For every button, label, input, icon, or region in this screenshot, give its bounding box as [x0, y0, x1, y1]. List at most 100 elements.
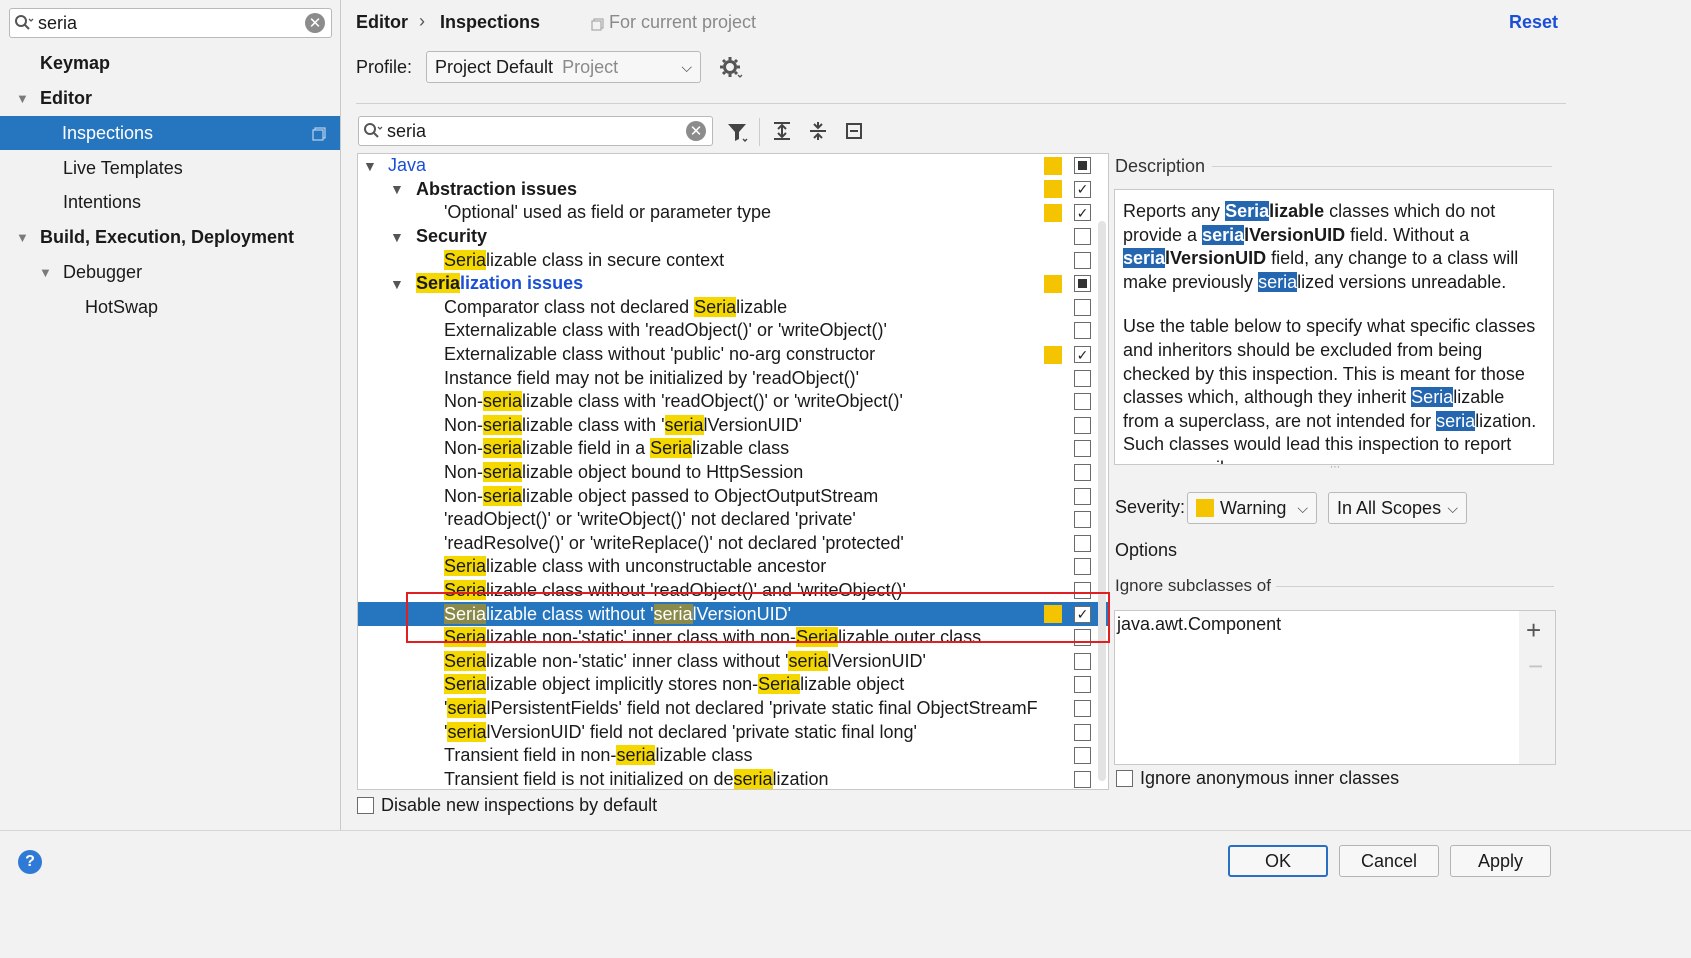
tree-group-row[interactable]: ▼ Serialization issues: [358, 272, 1108, 296]
scope-select[interactable]: In All Scopes ⌵: [1328, 492, 1467, 524]
inspection-filter-field[interactable]: seria ✕: [358, 116, 713, 146]
inspection-enabled-checkbox[interactable]: [1074, 228, 1091, 246]
reset-link[interactable]: Reset: [1509, 12, 1558, 33]
tree-row[interactable]: 'readResolve()' or 'writeReplace()' not …: [358, 532, 1108, 556]
chevron-down-icon[interactable]: ▼: [16, 230, 34, 245]
settings-sidebar: seria ✕ Keymap ▼ Editor Inspections Live…: [0, 0, 341, 830]
breadcrumb-parent[interactable]: Editor: [356, 12, 408, 33]
description-paragraph-2: Use the table below to specify what spec…: [1123, 316, 1537, 464]
remove-icon[interactable]: −: [1528, 651, 1543, 682]
checkbox-box[interactable]: [357, 797, 374, 814]
inspection-enabled-checkbox[interactable]: [1074, 393, 1091, 411]
expand-all-icon[interactable]: [769, 118, 795, 144]
severity-select[interactable]: Warning ⌵: [1187, 492, 1317, 524]
sidebar-item-hotswap[interactable]: HotSwap: [85, 290, 158, 324]
disable-new-inspections-label: Disable new inspections by default: [381, 795, 658, 815]
inspection-enabled-checkbox[interactable]: [1074, 464, 1091, 482]
gear-icon[interactable]: [718, 55, 744, 81]
tree-row[interactable]: Non-serializable object bound to HttpSes…: [358, 461, 1108, 485]
ok-button[interactable]: OK: [1228, 845, 1328, 877]
sidebar-item-intentions[interactable]: Intentions: [63, 185, 141, 219]
profile-select[interactable]: Project Default Project ⌵: [426, 51, 701, 83]
inspection-enabled-checkbox[interactable]: [1074, 511, 1091, 529]
inspection-enabled-checkbox[interactable]: [1074, 369, 1091, 387]
tree-row[interactable]: Comparator class not declared Serializab…: [358, 296, 1108, 320]
inspection-enabled-checkbox[interactable]: [1074, 558, 1091, 576]
inspection-enabled-checkbox[interactable]: ✓: [1074, 204, 1091, 222]
inspection-enabled-checkbox[interactable]: [1074, 747, 1091, 765]
inspection-enabled-checkbox[interactable]: [1074, 487, 1091, 505]
ignore-anonymous-checkbox[interactable]: Ignore anonymous inner classes: [1116, 768, 1399, 789]
chevron-down-icon[interactable]: ▼: [390, 276, 404, 292]
inspection-enabled-checkbox[interactable]: [1074, 676, 1091, 694]
inspection-enabled-checkbox[interactable]: ✓: [1074, 180, 1091, 198]
tree-row[interactable]: Non-serializable class with 'readObject(…: [358, 390, 1108, 414]
chevron-down-icon[interactable]: ▼: [390, 229, 404, 245]
sidebar-item-build-execution-deployment[interactable]: ▼ Build, Execution, Deployment: [16, 220, 294, 254]
sidebar-item-live-templates[interactable]: Live Templates: [63, 151, 183, 185]
inspection-tree[interactable]: ▼ Java ▼ Abstraction issues ✓ 'Optional' used…: [357, 153, 1109, 790]
settings-search-field[interactable]: seria ✕: [9, 8, 332, 38]
chevron-down-icon[interactable]: ▼: [363, 158, 377, 174]
inspection-enabled-checkbox[interactable]: [1074, 275, 1091, 293]
help-icon[interactable]: ?: [18, 850, 42, 874]
inspection-enabled-checkbox[interactable]: [1074, 416, 1091, 434]
inspection-enabled-checkbox[interactable]: [1074, 298, 1091, 316]
tree-row[interactable]: 'serialPersistentFields' field not decla…: [358, 697, 1108, 721]
inspection-enabled-checkbox[interactable]: [1074, 770, 1091, 788]
tree-row[interactable]: Transient field in non-serializable clas…: [358, 744, 1108, 768]
sidebar-item-inspections[interactable]: Inspections: [0, 116, 340, 150]
tree-row[interactable]: Serializable non-'static' inner class wi…: [358, 650, 1108, 674]
inspection-enabled-checkbox[interactable]: [1074, 700, 1091, 718]
cancel-button[interactable]: Cancel: [1339, 845, 1439, 877]
tree-group-row[interactable]: ▼ Security: [358, 225, 1108, 249]
filter-icon[interactable]: [724, 118, 752, 146]
sidebar-item-debugger[interactable]: ▼ Debugger: [39, 255, 142, 289]
add-icon[interactable]: +: [1526, 615, 1541, 646]
clear-filter-icon[interactable]: ✕: [686, 121, 706, 141]
tree-row[interactable]: 'readObject()' or 'writeObject()' not de…: [358, 508, 1108, 532]
ignored-classes-list[interactable]: java.awt.Component: [1114, 610, 1520, 765]
tree-row-label: 'serialPersistentFields' field not decla…: [444, 698, 1038, 719]
tree-row[interactable]: 'Optional' used as field or parameter ty…: [358, 201, 1108, 225]
tree-row[interactable]: Externalizable class with 'readObject()'…: [358, 319, 1108, 343]
tree-row[interactable]: Serializable object implicitly stores no…: [358, 673, 1108, 697]
sidebar-item-keymap[interactable]: Keymap: [40, 46, 110, 80]
tree-row[interactable]: Transient field is not initialized on de…: [358, 768, 1108, 789]
inspection-enabled-checkbox[interactable]: [1074, 440, 1091, 458]
inspection-enabled-checkbox[interactable]: [1074, 723, 1091, 741]
tree-row[interactable]: Serializable class in secure context: [358, 248, 1108, 272]
inspection-enabled-checkbox[interactable]: [1074, 652, 1091, 670]
tree-group-row[interactable]: ▼ Abstraction issues ✓: [358, 178, 1108, 202]
chevron-down-icon[interactable]: ▼: [16, 91, 34, 106]
inspection-enabled-checkbox[interactable]: ✓: [1074, 346, 1091, 364]
settings-search-input[interactable]: seria: [38, 13, 305, 34]
collapse-all-icon[interactable]: [805, 118, 831, 144]
sidebar-item-editor[interactable]: ▼ Editor: [16, 81, 92, 115]
reset-to-default-icon[interactable]: [841, 118, 867, 144]
highlight-annotation-box: [406, 592, 1110, 643]
resize-handle-icon[interactable]: ⋯: [1323, 463, 1347, 473]
checkbox-box[interactable]: [1116, 770, 1133, 787]
apply-button[interactable]: Apply: [1450, 845, 1551, 877]
inspection-filter-input[interactable]: seria: [387, 121, 686, 142]
tree-group-row[interactable]: ▼ Java: [358, 154, 1108, 178]
tree-row[interactable]: Non-serializable class with 'serialVersi…: [358, 414, 1108, 438]
tree-scrollbar[interactable]: [1098, 221, 1106, 781]
inspection-enabled-checkbox[interactable]: [1074, 157, 1091, 175]
clear-search-icon[interactable]: ✕: [305, 13, 325, 33]
inspection-enabled-checkbox[interactable]: [1074, 534, 1091, 552]
list-item[interactable]: java.awt.Component: [1117, 614, 1517, 635]
tree-row[interactable]: Instance field may not be initialized by…: [358, 366, 1108, 390]
inspection-enabled-checkbox[interactable]: [1074, 251, 1091, 269]
chevron-down-icon[interactable]: ▼: [39, 265, 57, 280]
disable-new-inspections-checkbox[interactable]: Disable new inspections by default: [357, 795, 657, 816]
tree-row-label: Transient field is not initialized on de…: [444, 768, 829, 789]
tree-row[interactable]: Non-serializable object passed to Object…: [358, 484, 1108, 508]
tree-row[interactable]: Non-serializable field in a Serializable…: [358, 437, 1108, 461]
chevron-down-icon[interactable]: ▼: [390, 181, 404, 197]
tree-row[interactable]: Externalizable class without 'public' no…: [358, 343, 1108, 367]
tree-row[interactable]: 'serialVersionUID' field not declared 'p…: [358, 720, 1108, 744]
tree-row[interactable]: Serializable class with unconstructable …: [358, 555, 1108, 579]
inspection-enabled-checkbox[interactable]: [1074, 322, 1091, 340]
